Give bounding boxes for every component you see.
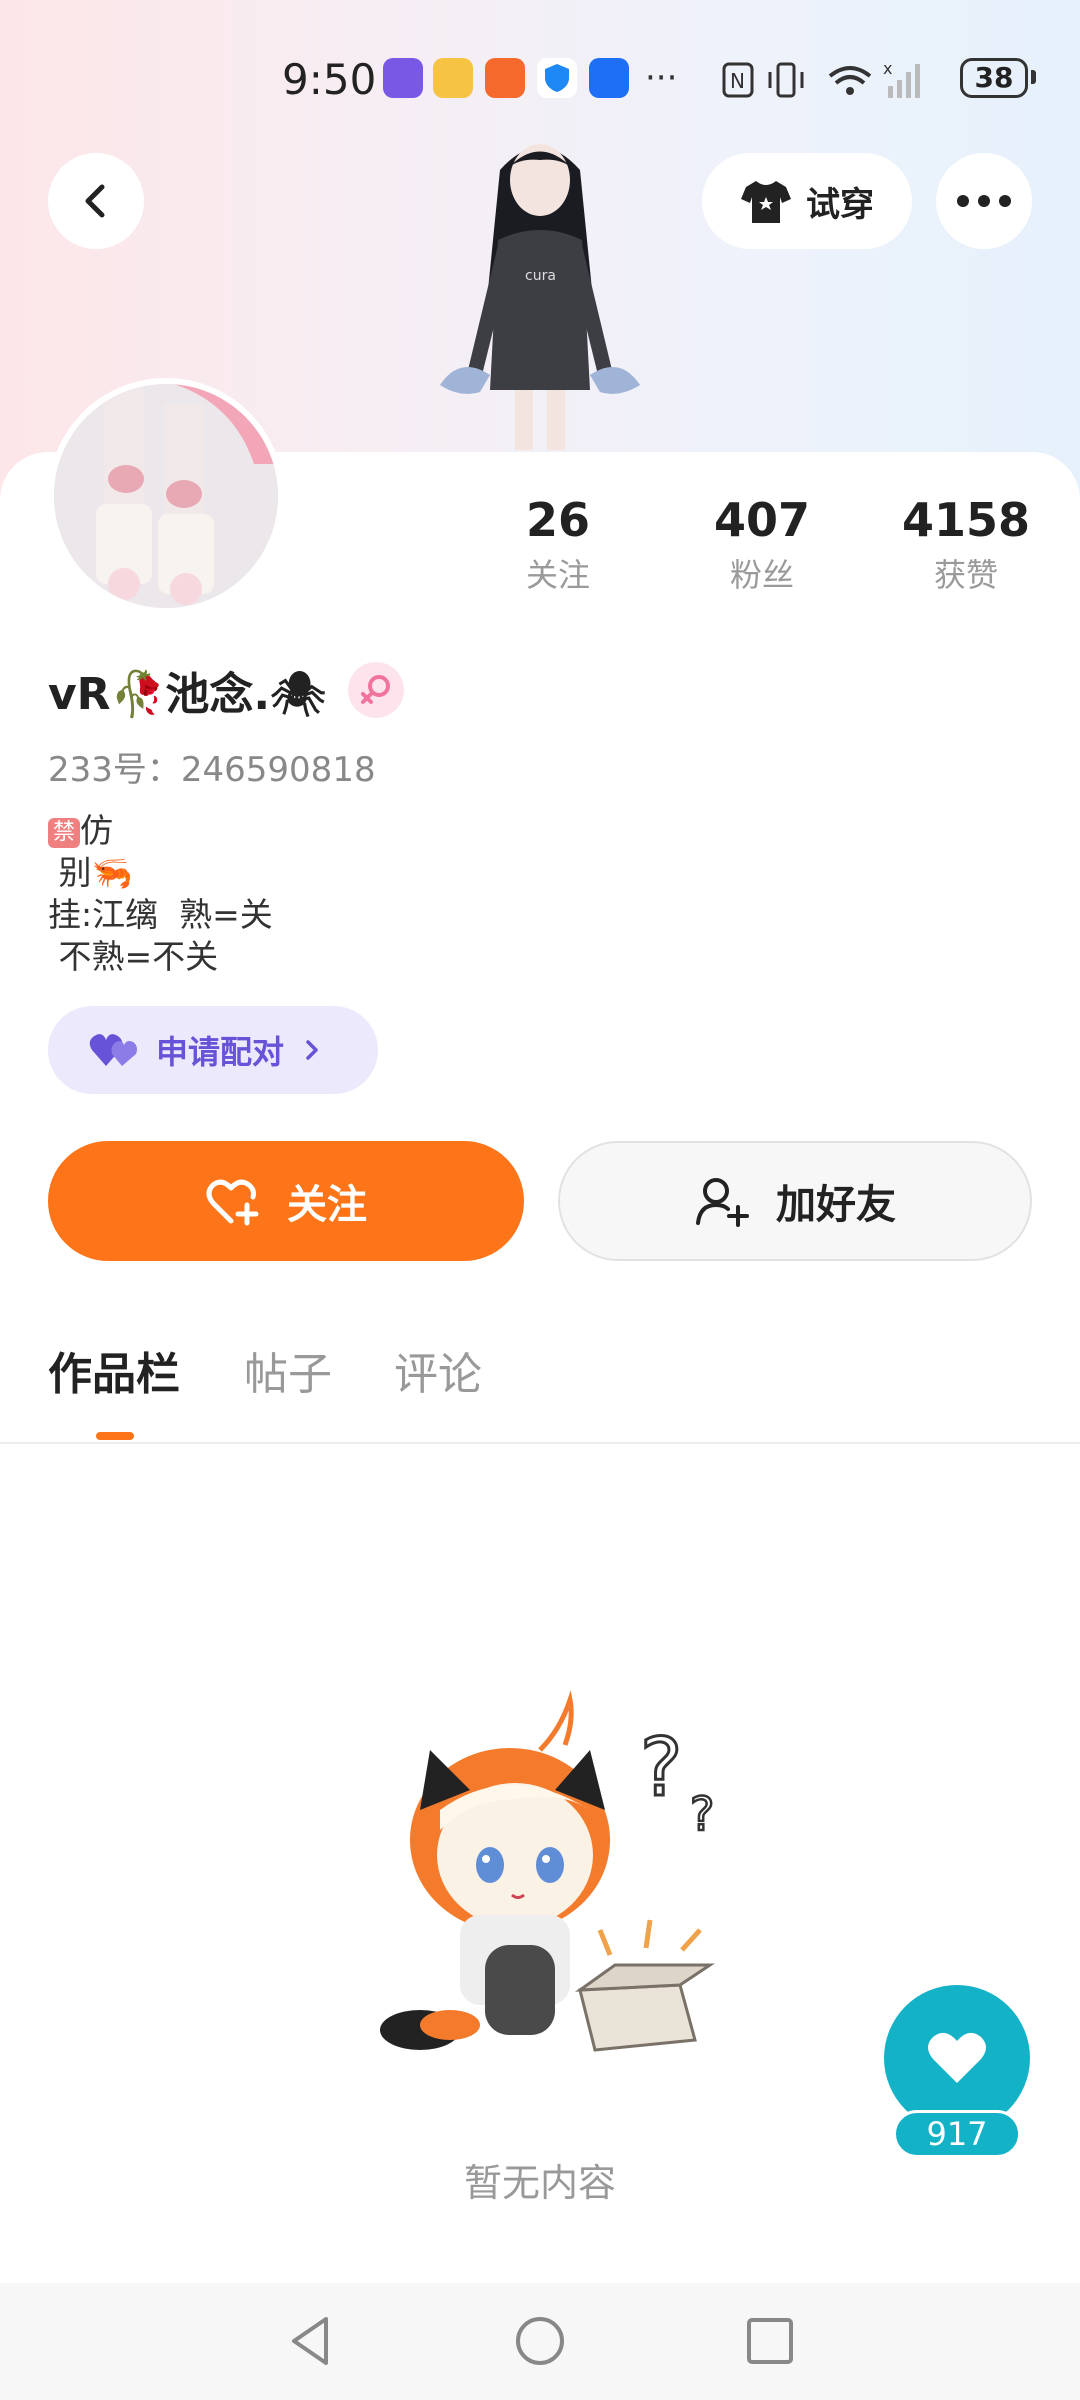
app-notification-icon <box>433 58 473 98</box>
status-bar: 9:50 ··· N x 38 <box>0 50 1080 110</box>
status-icons: N x <box>722 59 920 98</box>
try-on-label: 试穿 <box>806 184 874 225</box>
nav-back-icon[interactable] <box>280 2311 340 2371</box>
svg-text:cura: cura <box>525 268 556 284</box>
double-heart-icon <box>89 1034 137 1066</box>
chevron-right-icon <box>306 1040 318 1060</box>
bio: 禁仿 别🦐 挂:江缡 熟=关 不熟=不关 <box>48 810 273 978</box>
username: vR🥀池念.🕷 <box>48 669 326 720</box>
status-time: 9:50 <box>282 55 377 104</box>
add-user-icon <box>696 1178 749 1227</box>
user-id: 233号：246590818 <box>48 750 376 790</box>
follow-label: 关注 <box>287 1182 367 1228</box>
name-row: vR🥀池念.🕷 <box>48 660 404 720</box>
empty-state-illustration: ? ? <box>380 1690 716 2052</box>
back-button[interactable] <box>48 153 144 249</box>
heart-plus-icon <box>206 1179 259 1226</box>
chevron-left-icon <box>85 184 105 218</box>
app-notification-icon <box>383 58 423 98</box>
app-notification-icon <box>485 58 525 98</box>
apply-pairing-button[interactable]: 申请配对 <box>48 1006 378 1094</box>
tab-posts[interactable]: 帖子 <box>244 1340 332 1410</box>
likes-count: 4158 <box>901 493 1031 547</box>
svg-text:x: x <box>883 59 892 78</box>
add-friend-label: 加好友 <box>776 1182 896 1228</box>
stat-following[interactable]: 26 关注 <box>468 490 648 600</box>
add-friend-button[interactable]: 加好友 <box>558 1141 1032 1261</box>
profile-screen: 9:50 ··· N x 38 cura 试穿 26 关注 407 粉丝 415… <box>0 0 1080 2400</box>
following-count: 26 <box>525 493 590 547</box>
ban-badge: 禁 <box>48 817 81 848</box>
heart-icon <box>928 2032 986 2083</box>
user-avatar[interactable] <box>48 378 284 614</box>
tab-comments[interactable]: 评论 <box>394 1340 482 1410</box>
shield-icon <box>537 58 577 98</box>
tab-works[interactable]: 作品栏 <box>48 1340 180 1410</box>
bio-line: 挂:江缡 熟=关 <box>48 895 273 934</box>
tab-divider <box>0 1442 1080 1444</box>
more-options-button[interactable] <box>936 153 1032 249</box>
following-label: 关注 <box>525 556 590 594</box>
avatar-image <box>54 384 278 608</box>
follow-button[interactable]: 关注 <box>48 1141 524 1261</box>
fans-count: 407 <box>713 493 811 547</box>
empty-state-text: 暂无内容 <box>463 2161 616 2205</box>
tshirt-icon <box>741 181 791 223</box>
battery-tip <box>1031 70 1036 84</box>
likes-label: 获赞 <box>933 556 998 594</box>
svg-text:N: N <box>730 69 745 93</box>
female-gender-icon <box>347 662 404 718</box>
try-on-button[interactable]: 试穿 <box>702 153 912 249</box>
bio-line: 别🦐 <box>48 853 133 892</box>
bio-line: 不熟=不关 <box>48 937 219 976</box>
stat-fans[interactable]: 407 粉丝 <box>672 490 852 600</box>
more-notifications-icon: ··· <box>645 58 678 98</box>
apply-pairing-label: 申请配对 <box>156 1033 285 1071</box>
svg-text:?: ? <box>640 1721 682 1814</box>
fans-label: 粉丝 <box>729 556 794 594</box>
nav-recents-icon[interactable] <box>740 2311 800 2371</box>
avatar-character-figure: cura <box>440 144 640 450</box>
battery-indicator: 38 <box>960 58 1028 98</box>
puzzle-icon <box>589 58 629 98</box>
like-count: 917 <box>893 2110 1021 2158</box>
bio-line: 仿 <box>80 811 114 850</box>
stat-likes[interactable]: 4158 获赞 <box>876 490 1056 600</box>
active-tab-indicator <box>96 1432 134 1440</box>
system-navigation-bar <box>0 2283 1080 2400</box>
more-dots-icon <box>957 195 1011 207</box>
svg-text:?: ? <box>690 1787 714 1841</box>
nav-home-icon[interactable] <box>510 2311 570 2371</box>
